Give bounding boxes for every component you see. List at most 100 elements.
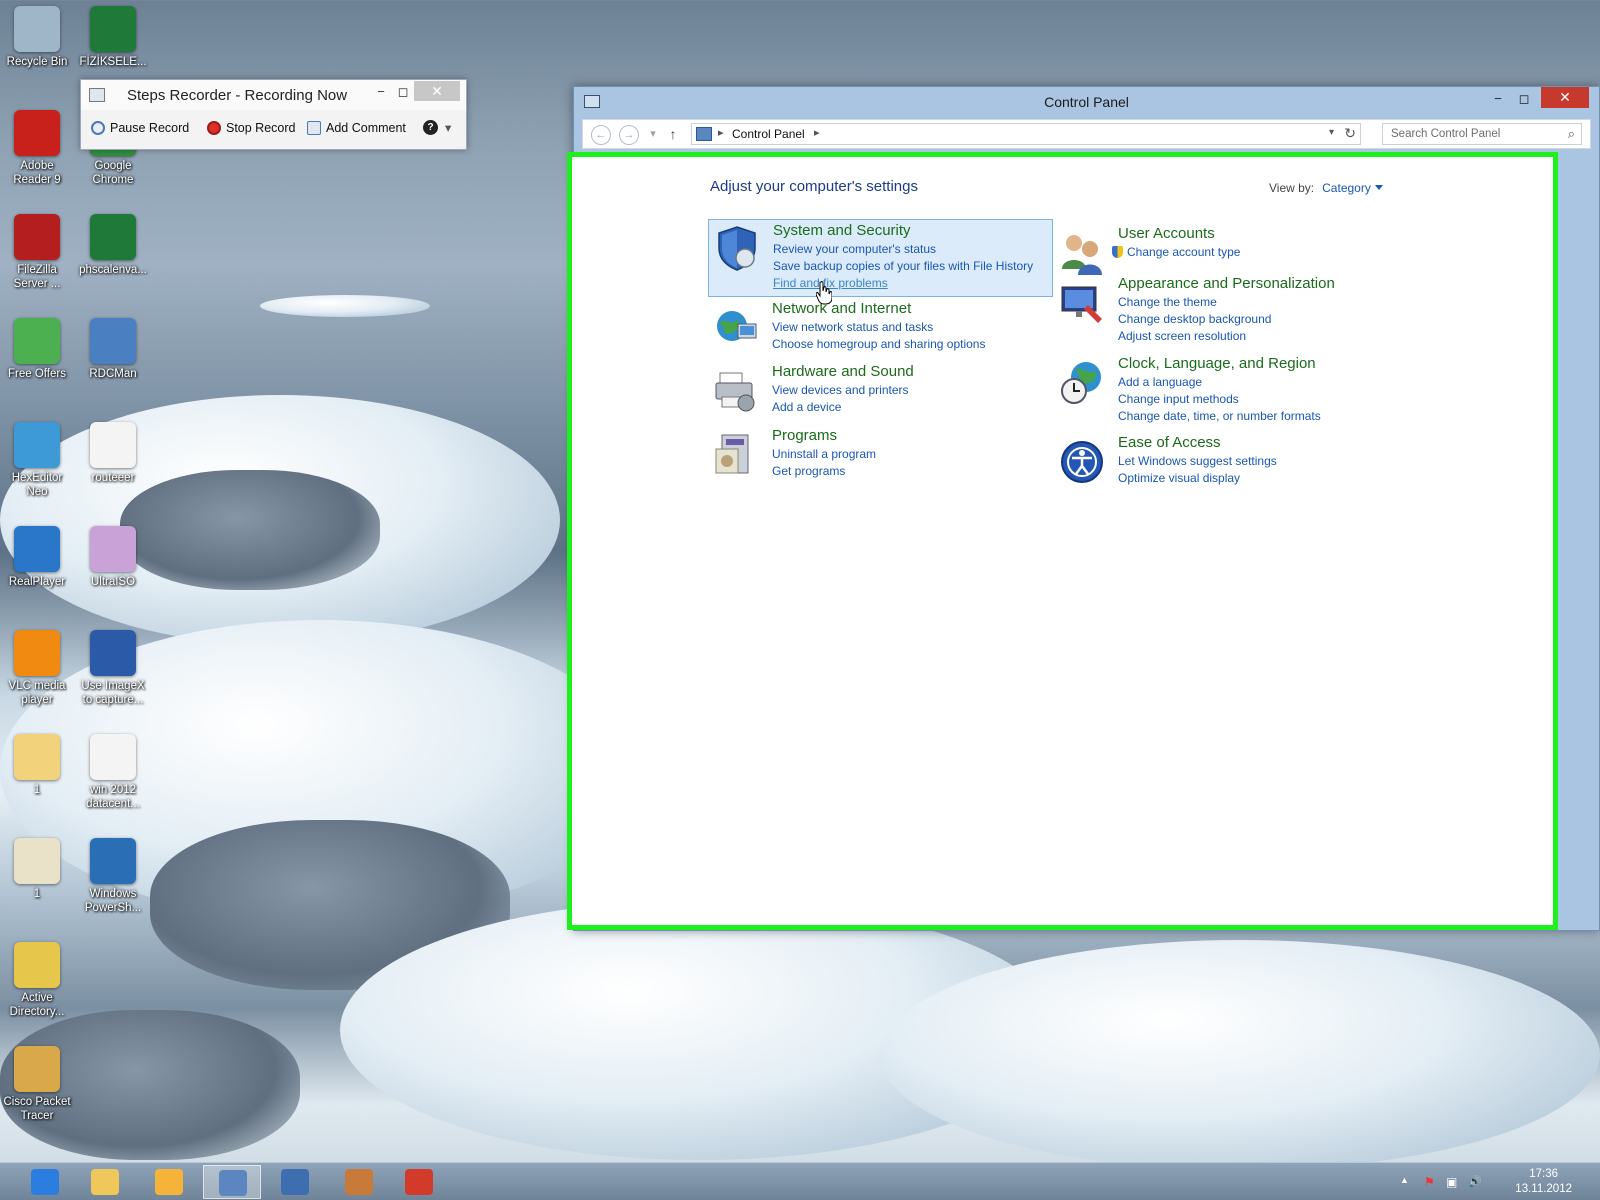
link-devices-printers[interactable]: View devices and printers [772,383,909,397]
add-comment-button[interactable]: Add Comment [307,118,406,138]
search-icon[interactable]: ⌕ [1568,126,1575,142]
search-input[interactable]: Search Control Panel [1391,128,1500,140]
desktop-icon[interactable]: Active Directory... [0,942,74,1019]
category-name[interactable]: Ease of Access [1118,434,1221,451]
minimize-button[interactable]: − [1485,89,1511,109]
link-input-methods[interactable]: Change input methods [1118,392,1239,406]
link-suggest-settings[interactable]: Let Windows suggest settings [1118,454,1277,468]
pause-icon [91,121,105,135]
control-panel-titlebar[interactable]: Control Panel − ◻ ✕ [574,87,1599,116]
category-appearance-and-personalization[interactable]: Appearance and Personalization Change th… [1054,275,1399,343]
steps-recorder-close-button[interactable]: ✕ [414,81,460,101]
help-menu-arrow[interactable]: ▾ [445,118,451,138]
desktop-icon[interactable]: 1 [0,838,74,901]
up-button[interactable]: ↑ [663,125,683,145]
desktop-icon-label: Free Offers [8,368,66,380]
users-icon [1062,235,1102,275]
steps-recorder-window[interactable]: Steps Recorder - Recording Now − ◻ ✕ Pau… [80,79,467,150]
refresh-button[interactable]: ↻ [1344,125,1356,142]
link-network-status[interactable]: View network status and tasks [772,320,933,334]
address-dropdown-button[interactable]: ▾ [1329,127,1334,138]
category-ease-of-access[interactable]: Ease of Access Let Windows suggest setti… [1054,434,1399,490]
clock[interactable]: 17:36 13.11.2012 [1515,1167,1572,1197]
desktop-icon[interactable]: Adobe Reader 9 [0,110,74,187]
pause-record-button[interactable]: Pause Record [91,118,189,138]
link-desktop-background[interactable]: Change desktop background [1118,312,1271,326]
taskbar-item[interactable] [266,1165,324,1199]
clock-date: 13.11.2012 [1515,1183,1572,1195]
category-hardware-and-sound[interactable]: Hardware and Sound View devices and prin… [708,363,1053,419]
desktop-icon[interactable]: Use ImageX to capture... [76,630,150,707]
category-network-and-internet[interactable]: Network and Internet View network status… [708,300,1053,356]
help-icon[interactable]: ? [423,120,438,135]
category-name[interactable]: Hardware and Sound [772,363,914,380]
taskbar-item[interactable] [203,1165,261,1199]
link-date-time-formats[interactable]: Change date, time, or number formats [1118,409,1321,423]
close-button[interactable]: ✕ [1541,87,1589,108]
maximize-button[interactable]: ◻ [1511,89,1537,109]
category-name[interactable]: Clock, Language, and Region [1118,355,1316,372]
link-review-status[interactable]: Review your computer's status [773,242,936,256]
address-bar[interactable]: ▸ Control Panel ▸ ▾ ↻ [691,123,1361,145]
desktop-icon[interactable]: phscalenva... [76,214,150,277]
volume-icon[interactable]: 🔊 [1468,1175,1482,1188]
link-change-theme[interactable]: Change the theme [1118,295,1217,309]
desktop-icon[interactable]: VLC media player [0,630,74,707]
desktop-icon[interactable]: 1 [0,734,74,797]
chevron-down-icon[interactable] [1374,185,1383,190]
link-screen-resolution[interactable]: Adjust screen resolution [1118,329,1246,343]
steps-recorder-restore-button[interactable]: ◻ [390,83,416,103]
link-file-history[interactable]: Save backup copies of your files with Fi… [773,259,1033,273]
breadcrumb-separator[interactable]: ▸ [718,126,724,139]
desktop-icon[interactable]: Windows PowerSh... [76,838,150,915]
link-optimize-display[interactable]: Optimize visual display [1118,471,1240,485]
desktop-icon[interactable]: FileZilla Server ... [0,214,74,291]
back-button[interactable]: ← [591,125,611,145]
desktop-icon[interactable]: UltraISO [76,526,150,589]
category-name[interactable]: User Accounts [1118,225,1215,242]
taskbar-item[interactable] [390,1165,448,1199]
taskbar-item[interactable] [16,1165,74,1199]
desktop-icon[interactable]: Free Offers [0,318,74,381]
steps-recorder-titlebar[interactable]: Steps Recorder - Recording Now − ◻ ✕ [81,80,466,110]
link-add-language[interactable]: Add a language [1118,375,1202,389]
taskbar-item[interactable] [76,1165,134,1199]
network-icon[interactable]: ▣ [1446,1175,1457,1189]
category-name[interactable]: Network and Internet [772,300,911,317]
category-name[interactable]: System and Security [773,222,911,239]
category-user-accounts[interactable]: User Accounts Change account type [1054,225,1399,275]
category-name[interactable]: Programs [772,427,837,444]
desktop-icon[interactable]: RDCMan [76,318,150,381]
taskbar-item[interactable] [140,1165,198,1199]
search-box[interactable]: Search Control Panel ⌕ [1382,123,1582,145]
forward-button[interactable]: → [619,125,639,145]
view-by-dropdown[interactable]: Category [1322,181,1371,195]
desktop-icon[interactable]: HexEditor Neo [0,422,74,499]
desktop-icon[interactable]: RealPlayer [0,526,74,589]
breadcrumb-separator-end[interactable]: ▸ [814,126,820,139]
link-get-programs[interactable]: Get programs [772,464,845,478]
link-homegroup[interactable]: Choose homegroup and sharing options [772,337,985,351]
link-uninstall-program[interactable]: Uninstall a program [772,447,876,461]
desktop-icon[interactable]: FİZİKSELE... [76,6,150,69]
desktop-icon[interactable]: routeeer [76,422,150,485]
category-name[interactable]: Appearance and Personalization [1118,275,1335,292]
breadcrumb-control-panel[interactable]: Control Panel [732,127,805,141]
internet-explorer-icon [31,1169,59,1195]
desktop-icon[interactable]: win 2012 datacent... [76,734,150,811]
link-add-device[interactable]: Add a device [772,400,841,414]
link-change-account-type[interactable]: Change account type [1112,245,1240,259]
stop-record-button[interactable]: Stop Record [207,118,295,138]
recent-locations-button[interactable]: ▾ [643,125,663,145]
desktop-icon[interactable]: Cisco Packet Tracer [0,1046,74,1123]
category-system-and-security[interactable]: System and Security Review your computer… [708,219,1053,297]
comment-icon [307,121,321,135]
category-programs[interactable]: Programs Uninstall a program Get program… [708,427,1053,483]
control-panel-window[interactable]: Control Panel − ◻ ✕ ← → ▾ ↑ ▸ Control Pa… [567,86,1600,931]
taskbar-item[interactable] [330,1165,388,1199]
desktop-icon[interactable]: Recycle Bin [0,6,74,69]
navigation-bar: ← → ▾ ↑ ▸ Control Panel ▸ ▾ ↻ Search Con… [582,119,1591,149]
action-center-flag-icon[interactable]: ⚑ [1424,1175,1435,1189]
show-hidden-icons-button[interactable]: ▲ [1400,1175,1409,1185]
category-clock-language-region[interactable]: Clock, Language, and Region Add a langua… [1054,355,1399,423]
